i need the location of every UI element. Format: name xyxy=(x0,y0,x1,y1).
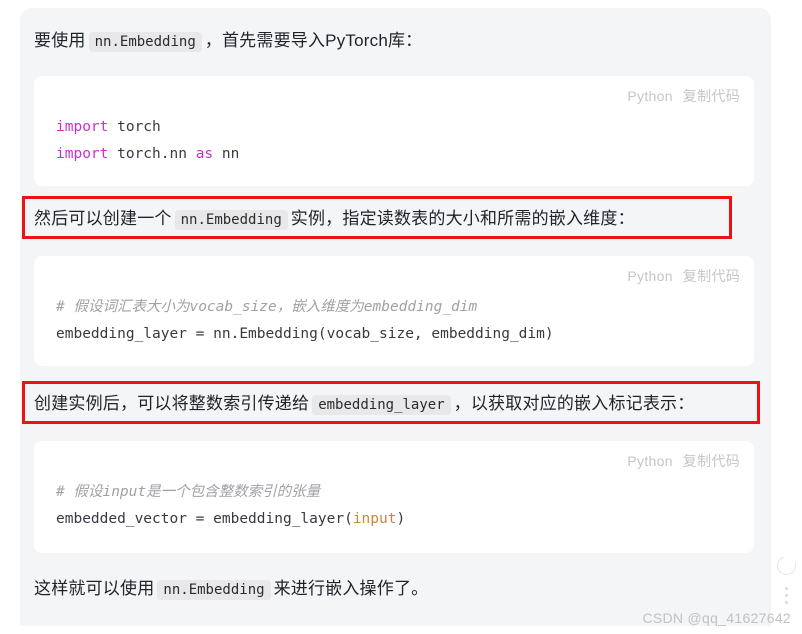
inline-code-nn-embedding: nn.Embedding xyxy=(157,580,271,600)
code-token-text: embedded_vector = embedding_layer( xyxy=(56,511,353,527)
code-block-1-copy-button[interactable]: 复制代码 xyxy=(683,88,740,104)
code-block-3-language-label: Python xyxy=(627,453,673,469)
paragraph-pass-index-text-after: ，以获取对应的嵌入标记表示： xyxy=(453,394,695,413)
code-token-text: nn xyxy=(213,146,240,162)
paragraph-intro-text-after: ，首先需要导入PyTorch库： xyxy=(204,31,423,50)
code-line: embedded_vector = embedding_layer(input) xyxy=(56,506,405,533)
code-token-text: torch.nn xyxy=(108,146,196,162)
code-line: embedding_layer = nn.Embedding(vocab_siz… xyxy=(56,321,554,348)
code-token-text: embedding_layer = nn.Embedding(vocab_siz… xyxy=(56,326,554,342)
more-dot xyxy=(784,594,788,597)
code-line: # 假设input是一个包含整数索引的张量 xyxy=(56,479,405,506)
more-vertical-icon[interactable] xyxy=(776,587,796,604)
code-token-keyword: import xyxy=(56,146,109,162)
code-token-text: torch xyxy=(108,119,161,135)
code-token-keyword: as xyxy=(195,146,214,162)
paragraph-intro: 要使用 nn.Embedding ，首先需要导入PyTorch库： xyxy=(34,28,422,55)
more-dot xyxy=(784,587,788,590)
inline-code-embedding-layer: embedding_layer xyxy=(312,395,451,415)
code-block-3-copy-button[interactable]: 复制代码 xyxy=(683,453,740,469)
code-block-3-header: Python 复制代码 xyxy=(627,451,740,471)
more-dot xyxy=(784,601,788,604)
code-block-2-header: Python 复制代码 xyxy=(627,266,740,286)
paragraph-pass-index: 创建实例后，可以将整数索引传递给 embedding_layer ，以获取对应的嵌入… xyxy=(34,391,694,418)
paragraph-create-instance-text-after: 实例，指定读数表的大小和所需的嵌入维度： xyxy=(290,209,635,228)
code-token-comment: # 假设词汇表大小为vocab_size，嵌入维度为embedding_dim xyxy=(56,299,478,315)
refresh-ring-icon[interactable] xyxy=(773,552,799,579)
code-line: # 假设词汇表大小为vocab_size，嵌入维度为embedding_dim xyxy=(56,294,554,321)
code-token-keyword: import xyxy=(56,119,109,135)
answer-panel: 要使用 nn.Embedding ，首先需要导入PyTorch库： Python 复制… xyxy=(20,8,771,626)
code-token-comment: # 假设input是一个包含整数索引的张量 xyxy=(56,484,321,500)
code-block-1-header: Python 复制代码 xyxy=(627,86,740,106)
paragraph-pass-index-text-before: 创建实例后，可以将整数索引传递给 xyxy=(34,394,310,413)
paragraph-intro-text-before: 要使用 xyxy=(34,31,86,50)
paragraph-conclusion: 这样就可以使用 nn.Embedding 来进行嵌入操作了。 xyxy=(34,576,428,603)
watermark: CSDN @qq_41627642 xyxy=(642,610,791,626)
code-line: import torch xyxy=(56,114,239,141)
code-token-builtin: input xyxy=(352,511,397,527)
code-block-1-language-label: Python xyxy=(627,88,673,104)
paragraph-create-instance-text-before: 然后可以创建一个 xyxy=(34,209,172,228)
paragraph-conclusion-text-after: 来进行嵌入操作了。 xyxy=(273,579,429,598)
paragraph-create-instance: 然后可以创建一个 nn.Embedding 实例，指定读数表的大小和所需的嵌入维度： xyxy=(34,206,635,233)
code-block-2: Python 复制代码 # 假设词汇表大小为vocab_size，嵌入维度为emb… xyxy=(34,256,754,366)
code-block-2-language-label: Python xyxy=(627,268,673,284)
code-block-2-body: # 假设词汇表大小为vocab_size，嵌入维度为embedding_dime… xyxy=(56,294,554,348)
inline-code-nn-embedding: nn.Embedding xyxy=(174,210,288,230)
code-token-text: ) xyxy=(396,511,406,527)
floating-controls xyxy=(773,552,799,608)
code-block-3-body: # 假设input是一个包含整数索引的张量 embedded_vector = e… xyxy=(56,479,405,533)
code-block-3: Python 复制代码 # 假设input是一个包含整数索引的张量 embedded… xyxy=(34,441,754,553)
code-block-2-copy-button[interactable]: 复制代码 xyxy=(683,268,740,284)
code-line: import torch.nn as nn xyxy=(56,141,239,168)
paragraph-conclusion-text-before: 这样就可以使用 xyxy=(34,579,155,598)
code-block-1: Python 复制代码 import torch import torch.nn a… xyxy=(34,76,754,186)
inline-code-nn-embedding: nn.Embedding xyxy=(88,32,202,52)
code-block-1-body: import torch import torch.nn as nn xyxy=(56,114,239,168)
